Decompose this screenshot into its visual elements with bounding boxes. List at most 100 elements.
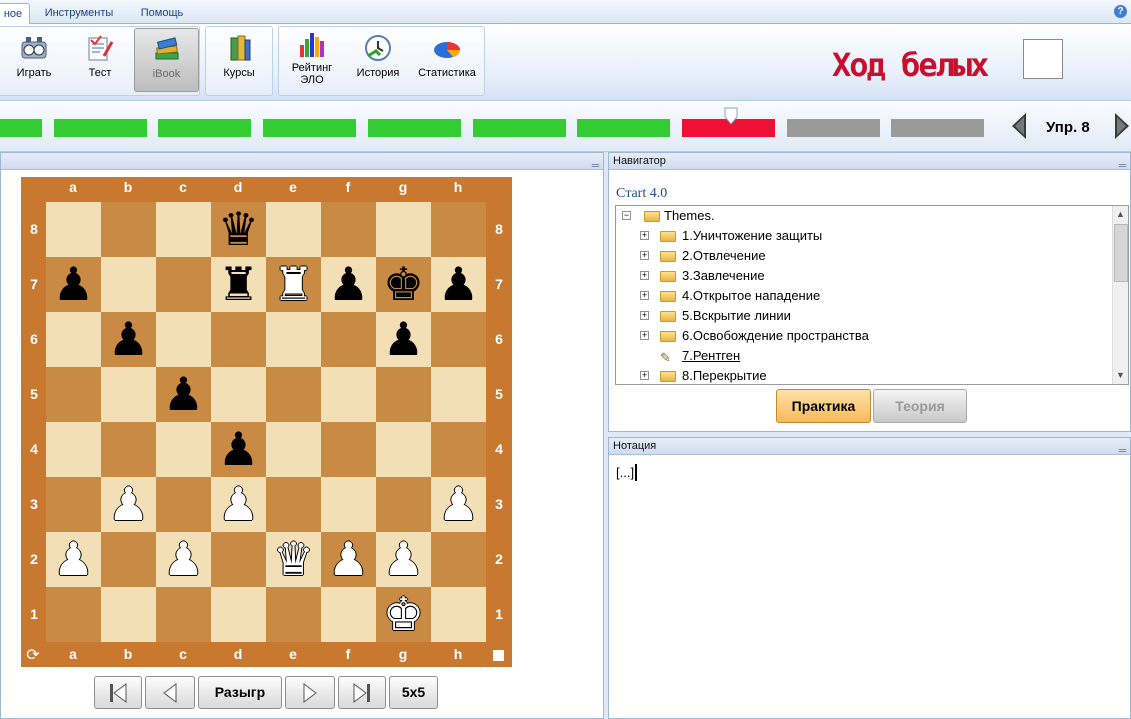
square-d2[interactable] bbox=[211, 532, 266, 587]
square-g4[interactable] bbox=[376, 422, 431, 477]
white-pawn-icon[interactable]: ♟ bbox=[383, 532, 424, 587]
square-b8[interactable] bbox=[101, 202, 156, 257]
elo-rating-button[interactable]: Рейтинг ЭЛО bbox=[280, 28, 344, 92]
ibook-button[interactable]: iBook bbox=[134, 28, 199, 92]
menu-tab-tools[interactable]: Инструменты bbox=[40, 3, 118, 24]
white-pawn-icon[interactable]: ♟ bbox=[163, 532, 204, 587]
square-f2[interactable]: ♟ bbox=[321, 532, 376, 587]
square-e6[interactable] bbox=[266, 312, 321, 367]
notation-minimize-icon[interactable]: ‗ bbox=[1119, 435, 1126, 452]
square-f4[interactable] bbox=[321, 422, 376, 477]
square-h8[interactable] bbox=[431, 202, 486, 257]
square-a4[interactable] bbox=[46, 422, 101, 477]
square-d7[interactable]: ♜ bbox=[211, 257, 266, 312]
square-d4[interactable]: ♟ bbox=[211, 422, 266, 477]
square-b6[interactable]: ♟ bbox=[101, 312, 156, 367]
square-h6[interactable] bbox=[431, 312, 486, 367]
white-pawn-icon[interactable]: ♟ bbox=[328, 532, 369, 587]
progress-segment-pending[interactable] bbox=[787, 119, 880, 137]
square-d6[interactable] bbox=[211, 312, 266, 367]
tree-scrollbar[interactable]: ▲ ▼ bbox=[1112, 206, 1128, 384]
square-a8[interactable] bbox=[46, 202, 101, 257]
course-tree[interactable]: − Themes. +1.Уничтожение защиты +2.Отвлеч… bbox=[615, 205, 1129, 385]
square-g3[interactable] bbox=[376, 477, 431, 532]
square-c2[interactable]: ♟ bbox=[156, 532, 211, 587]
courses-button[interactable]: Курсы bbox=[207, 28, 271, 92]
square-c6[interactable] bbox=[156, 312, 211, 367]
square-h5[interactable] bbox=[431, 367, 486, 422]
white-pawn-icon[interactable]: ♟ bbox=[108, 477, 149, 532]
black-pawn-icon[interactable]: ♟ bbox=[438, 257, 479, 312]
square-f7[interactable]: ♟ bbox=[321, 257, 376, 312]
black-rook-icon[interactable]: ♜ bbox=[218, 257, 259, 312]
square-f3[interactable] bbox=[321, 477, 376, 532]
white-queen-icon[interactable]: ♛ bbox=[273, 532, 314, 587]
square-h7[interactable]: ♟ bbox=[431, 257, 486, 312]
square-g7[interactable]: ♚ bbox=[376, 257, 431, 312]
navigator-minimize-icon[interactable]: ‗ bbox=[1119, 150, 1126, 167]
square-e8[interactable] bbox=[266, 202, 321, 257]
black-pawn-icon[interactable]: ♟ bbox=[163, 367, 204, 422]
black-pawn-icon[interactable]: ♟ bbox=[218, 422, 259, 477]
scroll-up-icon[interactable]: ▲ bbox=[1116, 209, 1125, 219]
square-a6[interactable] bbox=[46, 312, 101, 367]
white-king-icon[interactable]: ♚ bbox=[383, 587, 424, 642]
analyze-button[interactable]: Разыгр bbox=[198, 676, 282, 709]
expand-icon[interactable]: + bbox=[640, 371, 649, 380]
black-queen-icon[interactable]: ♛ bbox=[218, 202, 259, 257]
expand-icon[interactable]: + bbox=[640, 311, 649, 320]
expand-icon[interactable]: + bbox=[640, 251, 649, 260]
notation-text[interactable]: [...] bbox=[616, 465, 634, 480]
progress-segment-done[interactable] bbox=[368, 119, 461, 137]
scroll-down-icon[interactable]: ▼ bbox=[1116, 370, 1125, 380]
square-e5[interactable] bbox=[266, 367, 321, 422]
prev-exercise-arrow-icon[interactable] bbox=[1010, 112, 1028, 140]
square-c3[interactable] bbox=[156, 477, 211, 532]
square-a5[interactable] bbox=[46, 367, 101, 422]
white-pawn-icon[interactable]: ♟ bbox=[218, 477, 259, 532]
flip-board-icon[interactable]: ⟳ bbox=[23, 647, 43, 665]
minimize-icon[interactable]: ‗ bbox=[592, 150, 599, 167]
size-toggle-button[interactable]: 5x5 bbox=[389, 676, 438, 709]
chess-board[interactable]: ♛ ♟ ♜ ♜ ♟ ♚ ♟ ♟ ♟ ♟ ♟ ♟ ♟ ♟ ♟ ♟ ♛ ♟ ♟ ♚ bbox=[46, 202, 486, 642]
last-move-button[interactable] bbox=[338, 676, 386, 709]
expand-icon[interactable]: + bbox=[640, 271, 649, 280]
square-g6[interactable]: ♟ bbox=[376, 312, 431, 367]
square-e4[interactable] bbox=[266, 422, 321, 477]
square-a7[interactable]: ♟ bbox=[46, 257, 101, 312]
square-g2[interactable]: ♟ bbox=[376, 532, 431, 587]
expand-icon[interactable]: + bbox=[640, 331, 649, 340]
theory-tab-button[interactable]: Теория bbox=[873, 389, 967, 423]
square-g8[interactable] bbox=[376, 202, 431, 257]
first-move-button[interactable] bbox=[94, 676, 142, 709]
square-b3[interactable]: ♟ bbox=[101, 477, 156, 532]
expand-icon[interactable]: + bbox=[640, 291, 649, 300]
square-e2[interactable]: ♛ bbox=[266, 532, 321, 587]
square-f1[interactable] bbox=[321, 587, 376, 642]
progress-segment-done[interactable] bbox=[263, 119, 356, 137]
square-d8[interactable]: ♛ bbox=[211, 202, 266, 257]
progress-segment-pending[interactable] bbox=[891, 119, 984, 137]
black-king-icon[interactable]: ♚ bbox=[383, 257, 424, 312]
square-b1[interactable] bbox=[101, 587, 156, 642]
progress-segment-done[interactable] bbox=[54, 119, 147, 137]
menu-tab-main[interactable]: ное bbox=[0, 3, 30, 24]
menu-tab-help[interactable]: Помощь bbox=[132, 3, 192, 24]
square-b2[interactable] bbox=[101, 532, 156, 587]
progress-segment-done[interactable] bbox=[473, 119, 566, 137]
square-f8[interactable] bbox=[321, 202, 376, 257]
square-h4[interactable] bbox=[431, 422, 486, 477]
white-pawn-icon[interactable]: ♟ bbox=[53, 532, 94, 587]
collapse-icon[interactable]: − bbox=[622, 211, 631, 220]
black-pawn-icon[interactable]: ♟ bbox=[383, 312, 424, 367]
white-pawn-icon[interactable]: ♟ bbox=[438, 477, 479, 532]
square-g1[interactable]: ♚ bbox=[376, 587, 431, 642]
square-h1[interactable] bbox=[431, 587, 486, 642]
black-pawn-icon[interactable]: ♟ bbox=[108, 312, 149, 367]
progress-segment-done[interactable] bbox=[577, 119, 670, 137]
play-button[interactable]: Играть bbox=[2, 28, 66, 92]
prev-move-button[interactable] bbox=[145, 676, 195, 709]
progress-segment-done[interactable] bbox=[158, 119, 251, 137]
square-c1[interactable] bbox=[156, 587, 211, 642]
square-d5[interactable] bbox=[211, 367, 266, 422]
